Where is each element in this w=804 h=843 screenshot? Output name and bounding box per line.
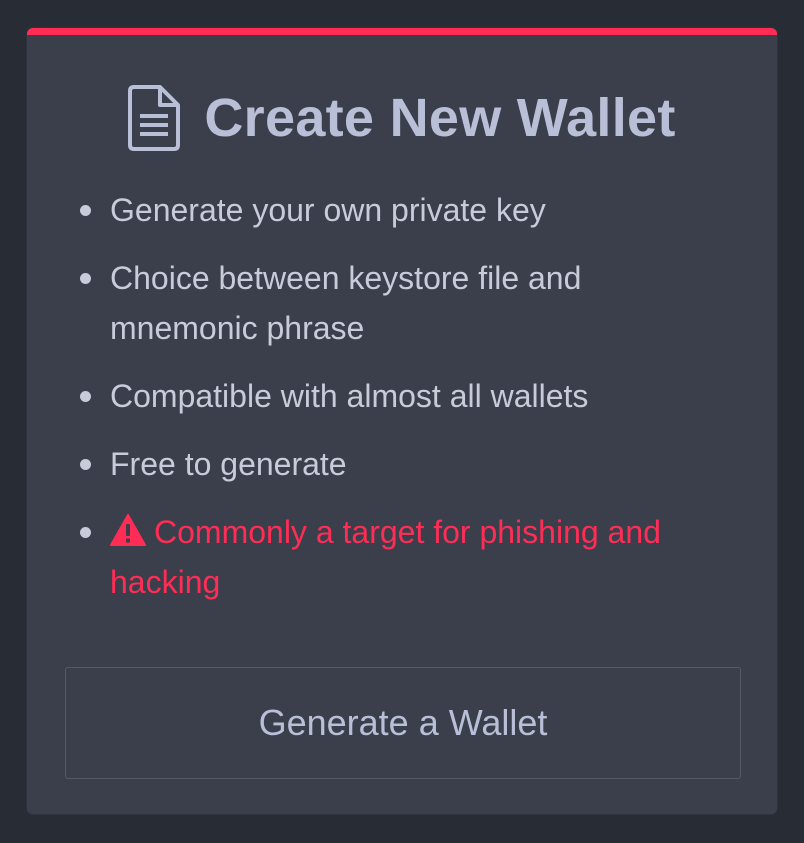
warning-text: Commonly a target for phishing and hacki… [110, 514, 661, 600]
list-item: Generate your own private key [75, 185, 715, 235]
feature-text: Choice between keystore file and mnemoni… [110, 260, 582, 346]
feature-list: Generate your own private key Choice bet… [75, 185, 715, 625]
card-header: Create New Wallet [27, 85, 777, 151]
bullet-icon [80, 273, 91, 284]
document-icon [128, 85, 181, 151]
bullet-icon [80, 459, 91, 470]
warning-triangle-icon [110, 514, 146, 546]
bullet-icon [80, 391, 91, 402]
feature-text: Generate your own private key [110, 192, 546, 228]
create-wallet-card: Create New Wallet Generate your own priv… [27, 28, 777, 814]
feature-text: Free to generate [110, 446, 347, 482]
bullet-icon [80, 527, 91, 538]
card-title: Create New Wallet [204, 88, 676, 148]
list-item: Choice between keystore file and mnemoni… [75, 253, 715, 353]
bullet-icon [80, 205, 91, 216]
feature-text: Compatible with almost all wallets [110, 378, 589, 414]
warning-item: Commonly a target for phishing and hacki… [75, 507, 715, 607]
generate-wallet-button[interactable]: Generate a Wallet [65, 667, 741, 779]
list-item: Free to generate [75, 439, 715, 489]
list-item: Compatible with almost all wallets [75, 371, 715, 421]
